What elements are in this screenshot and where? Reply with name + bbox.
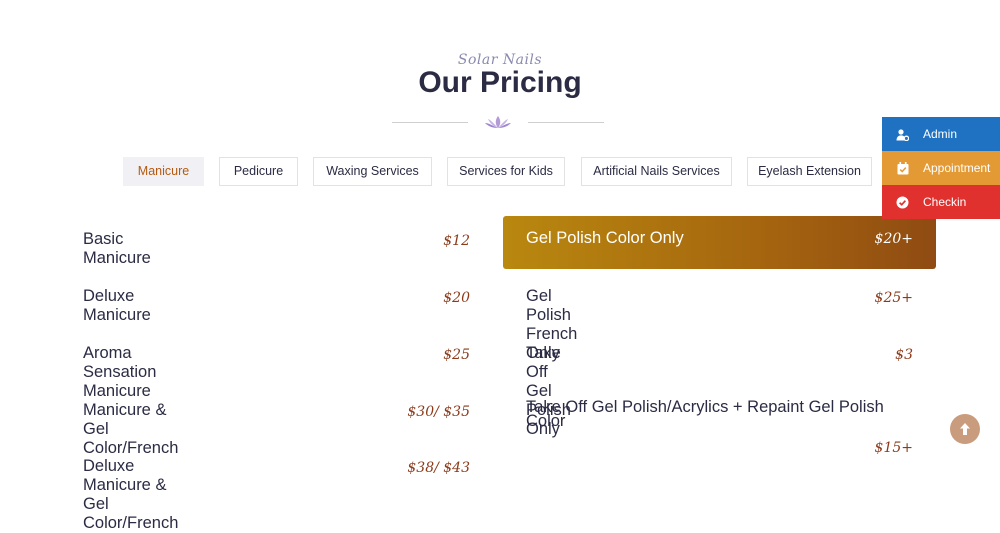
check-circle-icon <box>896 196 909 209</box>
item-name: Manicure & Gel Color/French <box>83 401 179 457</box>
item-price: $38/ $43 <box>407 460 470 476</box>
item-name: Gel Polish Color Only <box>526 229 684 247</box>
tab-pedicure[interactable]: Pedicure <box>219 157 298 186</box>
item-price: $20+ <box>874 231 913 247</box>
item-price: $15+ <box>874 440 913 456</box>
item-name: Aroma Sensation Manicure <box>83 344 157 400</box>
item-price: $30/ $35 <box>407 404 470 420</box>
admin-button[interactable]: Admin <box>882 117 1000 151</box>
calendar-check-icon <box>896 161 909 175</box>
item-price: $12 <box>443 233 470 249</box>
item-price: $3 <box>895 347 913 363</box>
lotus-icon <box>485 116 511 128</box>
tab-waxing-services[interactable]: Waxing Services <box>313 157 432 186</box>
item-price: $20 <box>443 290 470 306</box>
item-name: Take Off Gel Polish/Acrylics + Repaint G… <box>526 398 884 430</box>
checkin-label: Checkin <box>923 195 967 209</box>
item-price: $25 <box>443 347 470 363</box>
divider-right <box>528 122 604 123</box>
list-item-highlighted: Gel Polish Color Only $20+ <box>503 216 936 269</box>
arrow-up-icon <box>960 423 970 435</box>
page-title: Our Pricing <box>418 66 582 99</box>
item-price: $25+ <box>874 290 913 306</box>
admin-label: Admin <box>923 127 958 141</box>
tab-artificial-nails-services[interactable]: Artificial Nails Services <box>581 157 732 186</box>
tab-manicure[interactable]: Manicure <box>123 157 204 186</box>
checkin-button[interactable]: Checkin <box>882 185 1000 219</box>
appointment-label: Appointment <box>923 161 991 175</box>
appointment-button[interactable]: Appointment <box>882 151 1000 185</box>
item-name: Deluxe Manicure <box>83 287 151 324</box>
item-name: Basic Manicure <box>83 230 151 267</box>
user-gear-icon <box>896 128 909 141</box>
scroll-to-top-button[interactable] <box>950 414 980 444</box>
item-name: Deluxe Manicure & Gel Color/French <box>83 457 179 532</box>
tab-eyelash-extension[interactable]: Eyelash Extension <box>747 157 872 186</box>
tab-services-for-kids[interactable]: Services for Kids <box>447 157 565 186</box>
divider-left <box>392 122 468 123</box>
